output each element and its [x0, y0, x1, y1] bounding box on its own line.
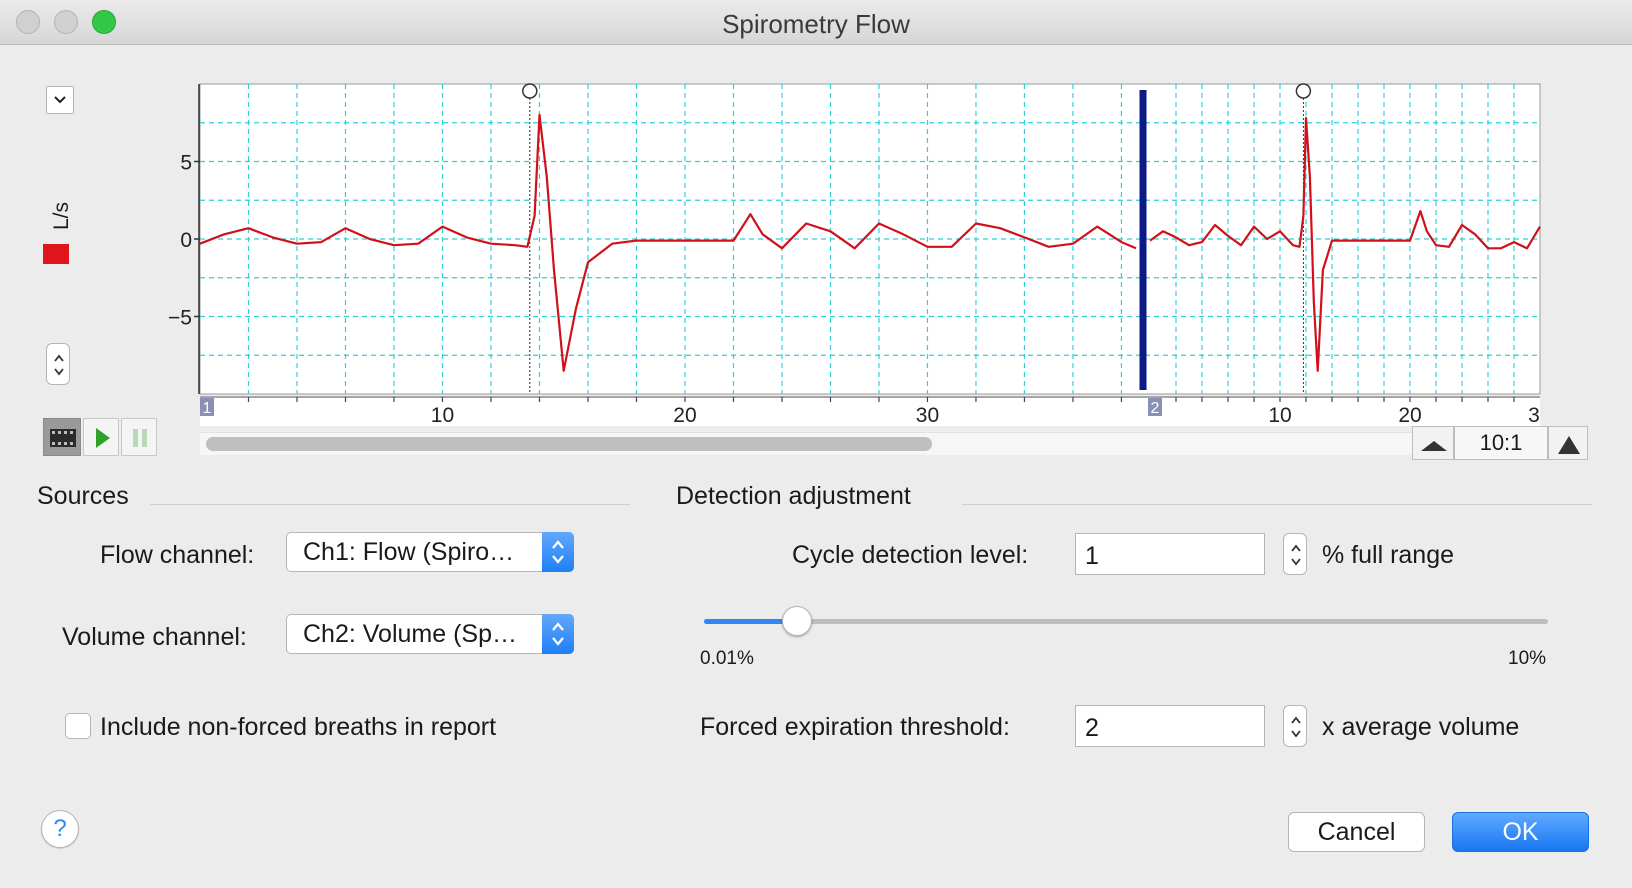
channel-color-swatch [43, 244, 69, 264]
compress-button[interactable] [1412, 426, 1454, 460]
include-non-forced-label[interactable]: Include non-forced breaths in report [100, 713, 496, 742]
play-button[interactable] [83, 418, 119, 456]
scrollbar-thumb[interactable] [206, 437, 932, 451]
cycle-detection-unit: % full range [1322, 541, 1455, 569]
help-button[interactable]: ? [41, 810, 79, 848]
pause-button[interactable] [121, 418, 157, 456]
x-tick-label: 10 [431, 404, 454, 427]
include-non-forced-checkbox[interactable] [65, 713, 91, 739]
volume-channel-label: Volume channel: [62, 623, 247, 651]
volume-channel-value: Ch2: Volume (Sp… [303, 620, 517, 648]
up-down-arrows-icon [1291, 544, 1301, 566]
view-mode-button[interactable] [43, 418, 81, 456]
cycle-detection-value: 1 [1085, 542, 1099, 570]
forced-threshold-stepper[interactable] [1283, 705, 1307, 747]
forced-threshold-label: Forced expiration threshold: [700, 713, 1010, 741]
cycle-marker-circle [522, 83, 538, 99]
ok-button[interactable]: OK [1452, 812, 1589, 852]
window-title: Spirometry Flow [722, 9, 910, 39]
chart-scrollbar[interactable] [200, 432, 1412, 455]
x-axis-band [200, 396, 1540, 426]
y-tick-label: −5 [168, 307, 192, 330]
slider-min-label: 0.01% [700, 648, 754, 669]
x-tick-label: 3 [1528, 404, 1540, 427]
x-tick-label: 20 [1398, 404, 1421, 427]
select-arrows-icon [542, 614, 574, 654]
select-arrows-icon [542, 532, 574, 572]
forced-threshold-value: 2 [1085, 714, 1099, 742]
question-mark-icon: ? [53, 815, 67, 842]
up-down-arrows-icon [54, 354, 64, 376]
cycle-detection-input[interactable]: 1 [1075, 533, 1265, 575]
slider-knob[interactable] [781, 606, 812, 636]
up-down-arrows-icon [1291, 716, 1301, 738]
detection-separator [962, 504, 1592, 505]
y-tick-label: 5 [180, 152, 192, 175]
zoom-ratio-display: 10:1 [1454, 426, 1548, 460]
cycle-detection-label: Cycle detection level: [792, 541, 1029, 569]
slider-track [704, 619, 1548, 624]
y-tick-label: 0 [180, 229, 192, 252]
film-strip-icon [50, 429, 76, 447]
flow-chart[interactable]: 5 0 −5 10 20 30 1 10 20 3 2 [150, 78, 1541, 427]
chevron-down-icon [54, 96, 66, 104]
units-label: L/s [50, 202, 73, 231]
volume-channel-select[interactable]: Ch2: Volume (Sp… [286, 614, 574, 654]
cancel-button[interactable]: Cancel [1288, 812, 1425, 852]
sources-heading: Sources [37, 482, 129, 510]
x-tick-label: 10 [1268, 404, 1291, 427]
forced-threshold-input[interactable]: 2 [1075, 705, 1265, 747]
spirometry-flow-dialog: Spirometry Flow L/s 5 0 −5 10 20 30 1 10 20 3 2 [0, 0, 1632, 888]
block-marker-label: 1 [203, 400, 212, 417]
cycle-marker-circle [1295, 83, 1312, 99]
cycle-detection-stepper[interactable] [1283, 533, 1307, 575]
flow-channel-select[interactable]: Ch1: Flow (Spiro… [286, 532, 574, 572]
x-tick-label: 20 [673, 404, 696, 427]
channel-menu-button[interactable] [46, 86, 74, 114]
flow-channel-label: Flow channel: [100, 541, 255, 569]
scale-stepper[interactable] [46, 343, 70, 385]
zoom-ratio-label: 10:1 [1479, 430, 1523, 455]
play-icon [96, 428, 110, 448]
slider-max-label: 10% [1508, 648, 1547, 669]
block-marker-label: 2 [1151, 400, 1160, 417]
detection-slider[interactable] [704, 604, 1548, 638]
detection-heading: Detection adjustment [676, 482, 911, 510]
forced-threshold-unit: x average volume [1322, 713, 1520, 741]
mountain-small-icon [1421, 441, 1447, 451]
mountain-large-icon [1558, 436, 1580, 454]
expand-button[interactable] [1548, 426, 1588, 460]
sources-separator [150, 504, 630, 505]
x-tick-label: 30 [916, 404, 939, 427]
title-bar: Spirometry Flow [0, 0, 1632, 45]
flow-channel-value: Ch1: Flow (Spiro… [303, 538, 515, 566]
pause-icon [133, 429, 147, 447]
